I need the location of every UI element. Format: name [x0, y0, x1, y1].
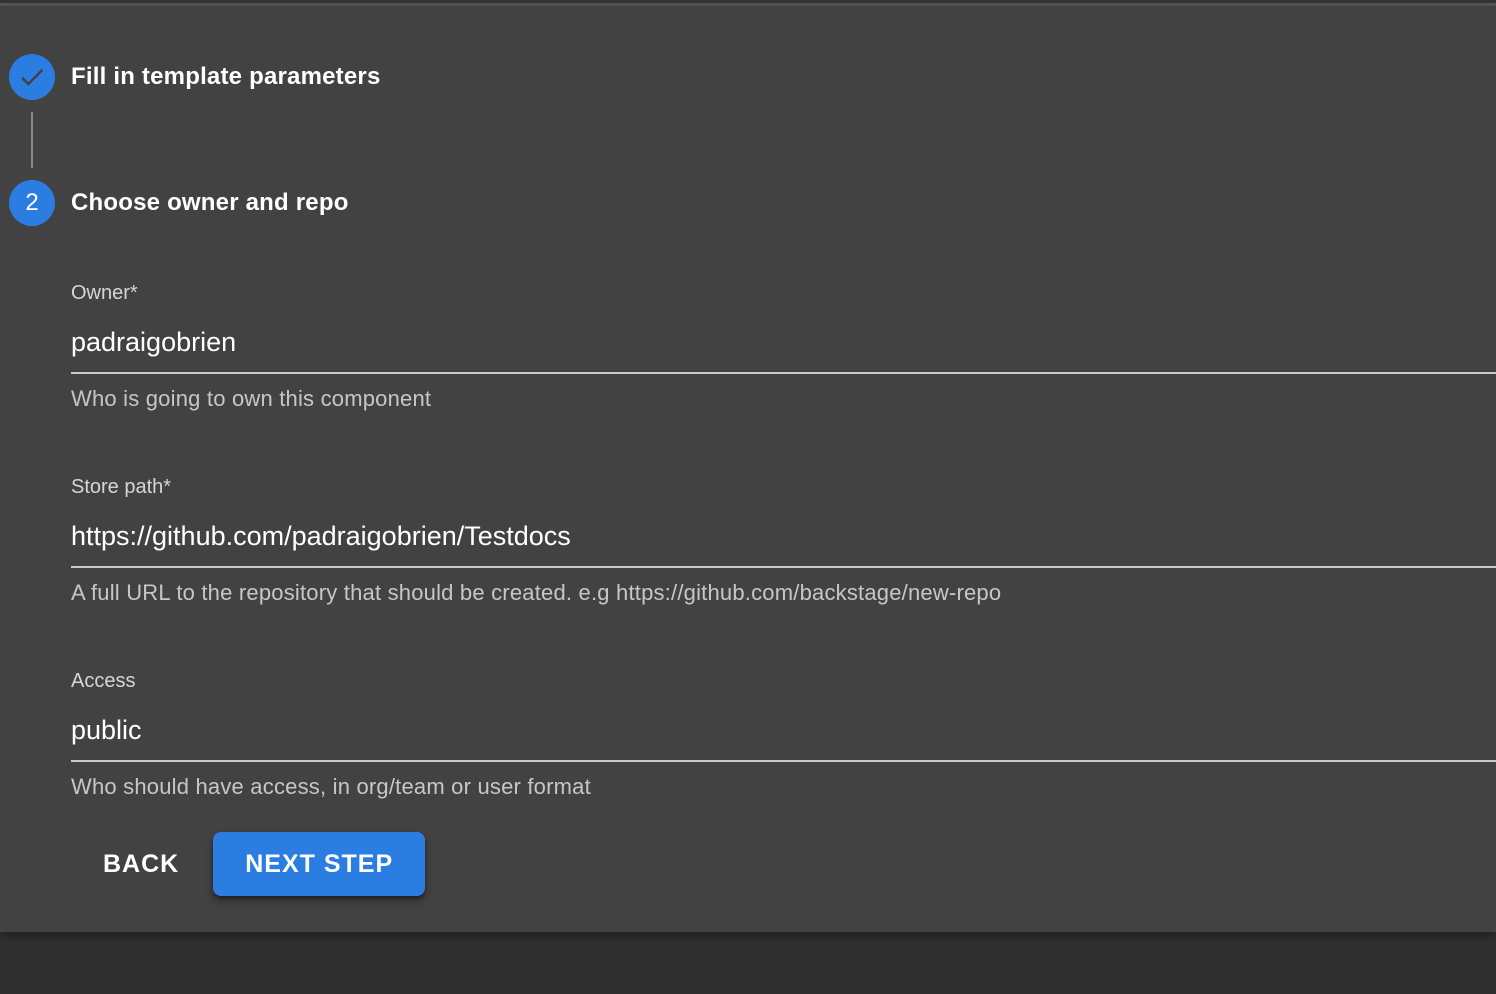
step-label: Fill in template parameters	[71, 63, 381, 91]
access-input[interactable]	[71, 713, 1496, 762]
owner-field-label: Owner*	[71, 282, 1496, 305]
owner-input[interactable]	[71, 325, 1496, 374]
back-button[interactable]: BACK	[87, 832, 195, 896]
page-background-bottom	[0, 932, 1496, 994]
step-number: 2	[25, 189, 38, 217]
store-path-field-label: Store path*	[71, 476, 1496, 499]
wizard-card: Fill in template parameters 2 Choose own…	[0, 6, 1496, 932]
owner-helper-text: Who is going to own this component	[71, 386, 1496, 412]
store-path-helper-text: A full URL to the repository that should…	[71, 580, 1496, 606]
step-completed-icon	[9, 54, 55, 100]
store-path-input[interactable]	[71, 519, 1496, 568]
access-field-group: Access Who should have access, in org/te…	[71, 670, 1496, 800]
step-content-form: Owner* Who is going to own this componen…	[71, 282, 1496, 896]
store-path-field-group: Store path* A full URL to the repository…	[71, 476, 1496, 606]
stepper-step-active[interactable]: 2 Choose owner and repo	[0, 180, 1496, 226]
access-helper-text: Who should have access, in org/team or u…	[71, 774, 1496, 800]
check-icon	[17, 62, 47, 92]
stepper-step-completed[interactable]: Fill in template parameters	[0, 54, 1496, 100]
owner-field-group: Owner* Who is going to own this componen…	[71, 282, 1496, 412]
scaffolder-wizard-page: Fill in template parameters 2 Choose own…	[0, 0, 1496, 994]
access-field-label: Access	[71, 670, 1496, 693]
form-actions: BACK NEXT STEP	[87, 832, 1496, 896]
step-number-icon: 2	[9, 180, 55, 226]
step-connector-line	[31, 112, 33, 168]
step-label: Choose owner and repo	[71, 189, 349, 217]
next-step-button[interactable]: NEXT STEP	[213, 832, 425, 896]
